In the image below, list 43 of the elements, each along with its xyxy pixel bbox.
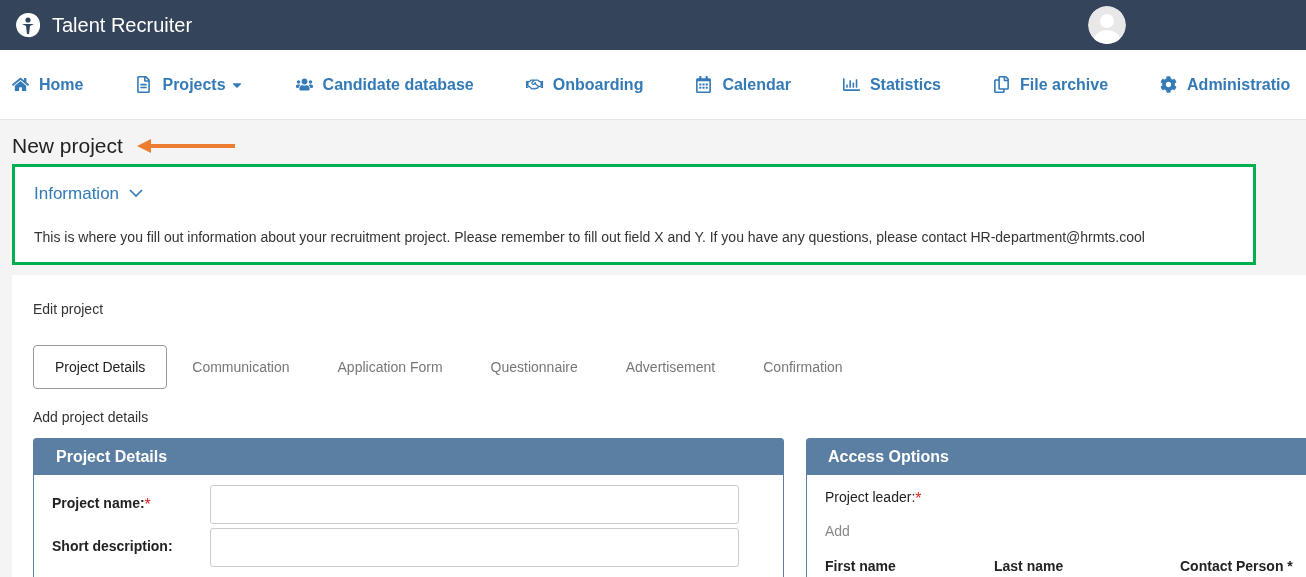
copy-icon: [993, 76, 1010, 93]
field-label: Short description:: [52, 537, 173, 556]
tab[interactable]: Advertisement: [602, 345, 739, 389]
field-label: Project name:: [52, 494, 145, 513]
home-icon: [12, 76, 29, 93]
nav-link[interactable]: File archive: [993, 72, 1109, 97]
info-text: This is where you fill out information about your recruitment project. Please remember to fill out field X and Y. If you have any questions, please contact HR-department@hrmts.cool: [34, 227, 1146, 247]
document-icon: [135, 76, 153, 93]
panel-title: Project Details: [56, 447, 168, 467]
required-marker: *: [915, 489, 922, 509]
column-header: First name: [825, 557, 897, 576]
field-label: Project leader:: [825, 488, 916, 507]
nav-link[interactable]: Onboarding: [525, 72, 644, 97]
panel-title: Access Options: [828, 447, 949, 467]
add-link[interactable]: Add: [825, 521, 850, 542]
column-header: Last name: [994, 557, 1065, 576]
required-marker: *: [144, 495, 151, 515]
nav-link[interactable]: Statistics: [842, 72, 941, 97]
card-heading: Edit project: [33, 300, 105, 319]
tab[interactable]: Project Details: [33, 345, 168, 389]
nav-link[interactable]: Administratio: [1160, 72, 1291, 97]
users-icon: [295, 76, 313, 93]
app-title: Talent Recruiter: [52, 13, 193, 38]
settings-icon: [1160, 76, 1178, 93]
tab[interactable]: Confirmation: [740, 345, 866, 389]
page-title: New project: [12, 133, 123, 160]
logo-icon: [14, 11, 42, 39]
nav-link[interactable]: Home: [12, 72, 84, 97]
tab[interactable]: Questionnaire: [467, 345, 601, 389]
input-field[interactable]: [210, 528, 739, 567]
nav-link[interactable]: Calendar: [695, 72, 791, 97]
tab[interactable]: Communication: [169, 345, 313, 389]
handshake-icon: [525, 76, 543, 93]
nav-link[interactable]: Candidate database: [295, 72, 474, 97]
info-toggle[interactable]: Information: [34, 181, 144, 207]
nav-link[interactable]: Projects: [135, 72, 244, 97]
bar-chart-icon: [842, 76, 860, 93]
tab[interactable]: Application Form: [314, 345, 466, 389]
avatar-icon[interactable]: [1088, 6, 1126, 44]
column-header: Contact Person *: [1180, 557, 1293, 576]
subheading: Add project details: [33, 408, 150, 427]
calendar-icon: [695, 76, 713, 93]
input-field[interactable]: [210, 485, 739, 524]
